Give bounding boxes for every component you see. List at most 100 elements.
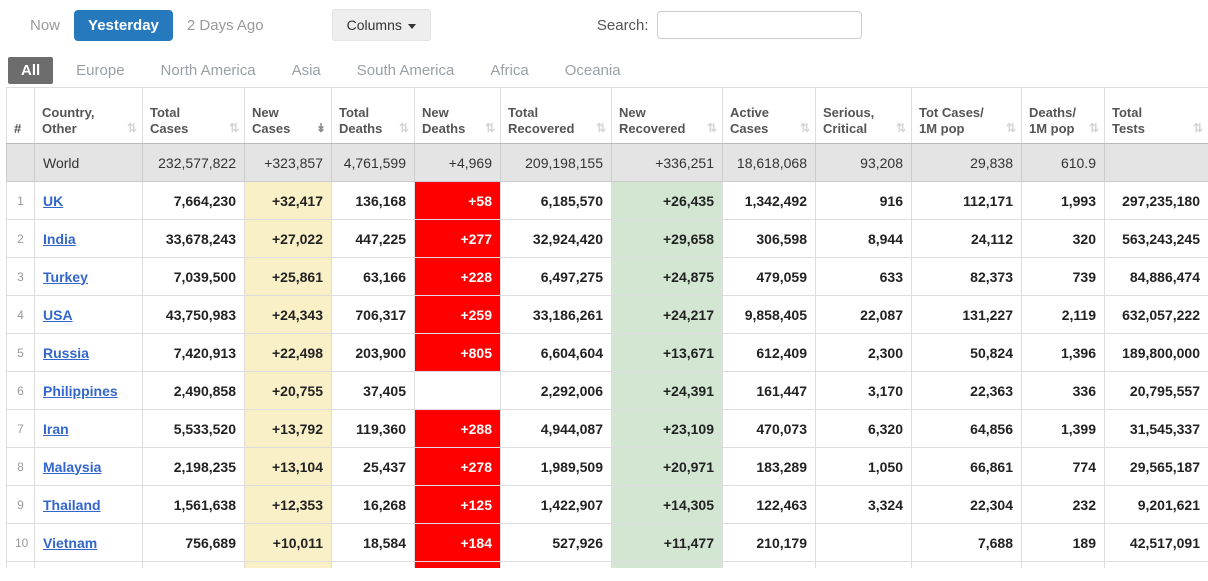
cell-new_cases: +12,353 xyxy=(245,486,332,524)
column-header-total_tests[interactable]: TotalTests⇅ xyxy=(1105,88,1208,144)
cell-deaths_per_1m xyxy=(1022,562,1105,568)
cell-new_recovered: +14,305 xyxy=(612,486,723,524)
time-button-now[interactable]: Now xyxy=(16,10,74,41)
cell-deaths_per_1m: 232 xyxy=(1022,486,1105,524)
cell-serious_critical: 22,087 xyxy=(816,296,912,334)
cell-total_deaths: 25,437 xyxy=(332,448,415,486)
cell-country: Philippines xyxy=(35,372,143,410)
cell-active_cases: 479,059 xyxy=(723,258,816,296)
cell-total_cases: 756,689 xyxy=(143,524,245,562)
cell-country: Thailand xyxy=(35,486,143,524)
tab-oceania[interactable]: Oceania xyxy=(552,57,634,84)
country-link[interactable]: Iran xyxy=(43,421,69,437)
cell-deaths_per_1m: 336 xyxy=(1022,372,1105,410)
cell-cases_per_1m: 24,112 xyxy=(912,220,1022,258)
cell-country: Iran xyxy=(35,410,143,448)
cell-total_deaths: 4,761,599 xyxy=(332,144,415,182)
cell-rank: 7 xyxy=(7,410,35,448)
cell-total_cases: 2,490,858 xyxy=(143,372,245,410)
column-header-new_recovered[interactable]: NewRecovered⇅ xyxy=(612,88,723,144)
cell-cases_per_1m: 29,838 xyxy=(912,144,1022,182)
cell-country: Malaysia xyxy=(35,448,143,486)
cell-new_recovered xyxy=(612,562,723,568)
cell-new_cases: +13,104 xyxy=(245,448,332,486)
cell-new_cases: +323,857 xyxy=(245,144,332,182)
columns-dropdown-label: Columns xyxy=(347,17,402,33)
country-link[interactable]: Vietnam xyxy=(43,535,97,551)
column-header-cases_per_1m[interactable]: Tot Cases/1M pop⇅ xyxy=(912,88,1022,144)
column-header-total_cases[interactable]: TotalCases⇅ xyxy=(143,88,245,144)
search-input[interactable] xyxy=(657,11,862,39)
cell-new_recovered: +29,658 xyxy=(612,220,723,258)
column-header-total_deaths[interactable]: TotalDeaths⇅ xyxy=(332,88,415,144)
cell-active_cases: 612,409 xyxy=(723,334,816,372)
column-header-active_cases[interactable]: ActiveCases⇅ xyxy=(723,88,816,144)
cell-new_recovered: +24,217 xyxy=(612,296,723,334)
country-link[interactable]: India xyxy=(43,231,76,247)
country-link[interactable]: USA xyxy=(43,307,73,323)
time-button-2-days-ago[interactable]: 2 Days Ago xyxy=(173,10,278,41)
tab-africa[interactable]: Africa xyxy=(477,57,541,84)
cell-serious_critical: 3,170 xyxy=(816,372,912,410)
country-link[interactable]: Malaysia xyxy=(43,459,101,475)
sort-both-icon: ⇅ xyxy=(800,121,810,135)
cell-new_deaths: +184 xyxy=(415,524,501,562)
cell-new_cases xyxy=(245,562,332,568)
region-tabs: All Europe North America Asia South Amer… xyxy=(0,54,1208,84)
cell-serious_critical: 2,300 xyxy=(816,334,912,372)
cell-total_deaths: 447,225 xyxy=(332,220,415,258)
country-link[interactable]: Philippines xyxy=(43,383,118,399)
country-link[interactable]: Russia xyxy=(43,345,89,361)
cell-total_deaths: 136,168 xyxy=(332,182,415,220)
cell-total_cases: 7,664,230 xyxy=(143,182,245,220)
column-header-total_recovered[interactable]: TotalRecovered⇅ xyxy=(501,88,612,144)
cell-active_cases: 161,447 xyxy=(723,372,816,410)
cell-rank: 4 xyxy=(7,296,35,334)
tab-south-america[interactable]: South America xyxy=(344,57,468,84)
time-button-yesterday[interactable]: Yesterday xyxy=(74,10,173,41)
cell-cases_per_1m: 22,304 xyxy=(912,486,1022,524)
sort-both-icon: ⇅ xyxy=(1193,121,1203,135)
table-row: 7Iran5,533,520+13,792119,360+2884,944,08… xyxy=(7,410,1208,448)
cell-country: Turkey xyxy=(35,258,143,296)
cell-new_recovered: +11,477 xyxy=(612,524,723,562)
cell-serious_critical: 1,050 xyxy=(816,448,912,486)
cell-rank: 5 xyxy=(7,334,35,372)
tab-europe[interactable]: Europe xyxy=(63,57,137,84)
tab-asia[interactable]: Asia xyxy=(279,57,334,84)
cell-total_tests: 42,517,091 xyxy=(1105,524,1208,562)
cell-new_deaths: +805 xyxy=(415,334,501,372)
column-header-country[interactable]: Country,Other⇅ xyxy=(35,88,143,144)
country-link[interactable]: Thailand xyxy=(43,497,101,513)
cell-new_cases: +27,022 xyxy=(245,220,332,258)
cell-active_cases: 18,618,068 xyxy=(723,144,816,182)
cell-new_deaths xyxy=(415,372,501,410)
cell-new_deaths: +288 xyxy=(415,410,501,448)
cell-serious_critical: 3,324 xyxy=(816,486,912,524)
cell-new_cases: +24,343 xyxy=(245,296,332,334)
column-header-deaths_per_1m[interactable]: Deaths/1M pop⇅ xyxy=(1022,88,1105,144)
tab-north-america[interactable]: North America xyxy=(148,57,269,84)
cell-active_cases xyxy=(723,562,816,568)
cell-total_cases: 43,750,983 xyxy=(143,296,245,334)
cell-cases_per_1m xyxy=(912,562,1022,568)
cell-country xyxy=(35,562,143,568)
column-header-new_cases[interactable]: NewCases↡ xyxy=(245,88,332,144)
cell-total_tests xyxy=(1105,144,1208,182)
columns-dropdown-button[interactable]: Columns xyxy=(332,9,431,41)
tab-all[interactable]: All xyxy=(8,57,53,84)
cell-serious_critical: 93,208 xyxy=(816,144,912,182)
cell-rank xyxy=(7,562,35,568)
column-header-serious_critical[interactable]: Serious,Critical⇅ xyxy=(816,88,912,144)
cell-active_cases: 210,179 xyxy=(723,524,816,562)
cell-new_deaths: +259 xyxy=(415,296,501,334)
cell-total_deaths: 18,584 xyxy=(332,524,415,562)
column-header-new_deaths[interactable]: NewDeaths⇅ xyxy=(415,88,501,144)
table-row: 3Turkey7,039,500+25,86163,166+2286,497,2… xyxy=(7,258,1208,296)
sort-both-icon: ⇅ xyxy=(1089,121,1099,135)
country-link[interactable]: UK xyxy=(43,193,63,209)
cell-active_cases: 183,289 xyxy=(723,448,816,486)
cell-total_recovered xyxy=(501,562,612,568)
cell-total_deaths: 16,268 xyxy=(332,486,415,524)
country-link[interactable]: Turkey xyxy=(43,269,88,285)
